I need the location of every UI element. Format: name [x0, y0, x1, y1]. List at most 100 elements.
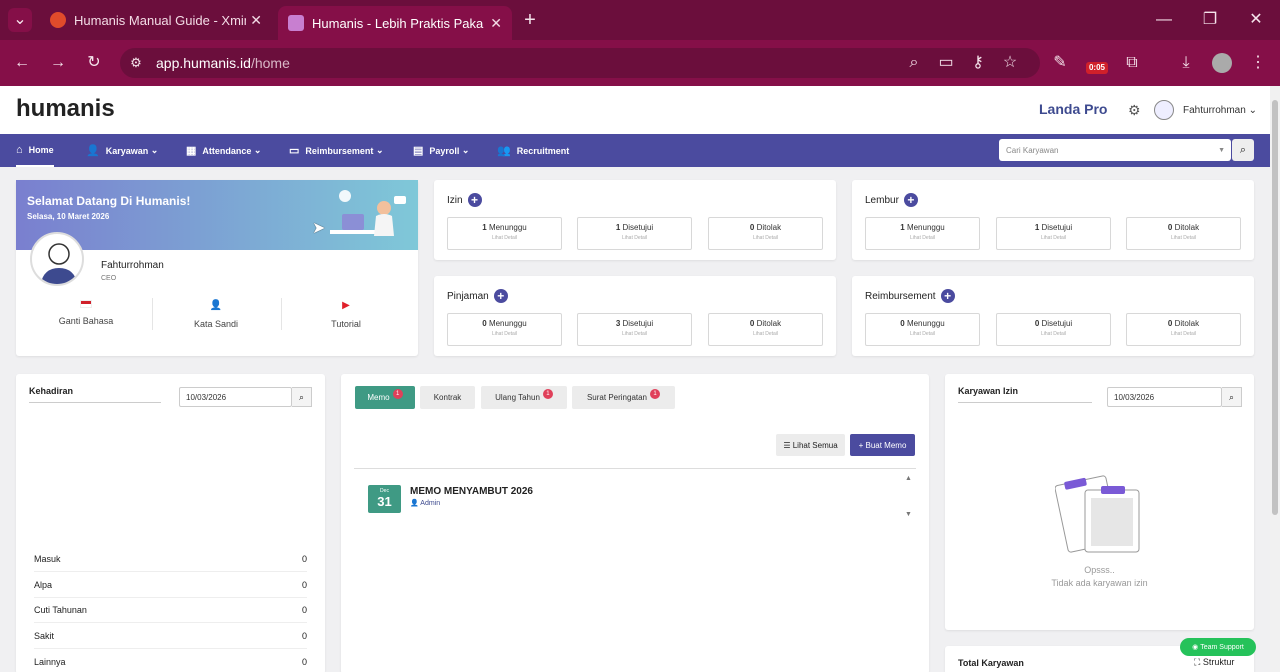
employee-search-input[interactable]: Cari Karyawan ▼: [999, 139, 1231, 161]
scroll-up-icon[interactable]: ▲: [905, 475, 912, 482]
site-info-icon[interactable]: ⚙: [124, 51, 148, 75]
install-app-icon[interactable]: ▭: [934, 51, 958, 75]
close-icon[interactable]: ✕: [250, 12, 262, 29]
nav-karyawan[interactable]: 👤 Karyawan ⌄: [86, 134, 158, 167]
password-key-icon[interactable]: ⚷: [966, 51, 990, 75]
search-icon: ⌕: [298, 391, 305, 402]
humanis-logo[interactable]: humanis: [16, 95, 115, 123]
list-icon: ☰: [783, 440, 793, 450]
feather-extension-icon[interactable]: ✎: [1048, 51, 1072, 75]
scrollbar-thumb[interactable]: [1272, 100, 1278, 515]
settings-gear-icon[interactable]: ⚙: [1128, 102, 1141, 119]
izin-ditolak-box[interactable]: 0 Ditolak Lihat Detail: [708, 217, 823, 250]
home-icon: ⌂: [16, 143, 23, 156]
tab-memo[interactable]: Memo 1: [355, 386, 415, 409]
forward-icon[interactable]: →: [46, 51, 70, 75]
welcome-date: Selasa, 10 Maret 2026: [27, 212, 110, 221]
whatsapp-icon: ◉: [1192, 644, 1201, 651]
youtube-icon: ▶: [342, 300, 350, 311]
reimb-ditolak-box[interactable]: 0 Ditolak Lihat Detail: [1126, 313, 1241, 346]
back-icon[interactable]: ←: [10, 51, 34, 75]
memo-author: 👤 Admin: [410, 500, 441, 507]
memo-title[interactable]: MEMO MENYAMBUT 2026: [410, 486, 533, 497]
indonesia-flag-icon: [80, 300, 92, 308]
minimize-icon[interactable]: —: [1152, 8, 1176, 32]
tab-humanis-manual[interactable]: Humanis Manual Guide - Xmind ✕: [40, 0, 272, 40]
izin-disetujui-box[interactable]: 1 Disetujui Lihat Detail: [577, 217, 692, 250]
team-support-button[interactable]: ◉ Team Support: [1180, 638, 1256, 656]
reimbursement-title: Reimbursement +: [865, 289, 955, 303]
pinjaman-menunggu-box[interactable]: 0 Menunggu Lihat Detail: [447, 313, 562, 346]
bookmark-star-icon[interactable]: ☆: [998, 51, 1022, 75]
kehadiran-date-input[interactable]: 10/03/2026: [179, 387, 292, 407]
pinjaman-ditolak-box[interactable]: 0 Ditolak Lihat Detail: [708, 313, 823, 346]
empty-title: Opsss..: [1084, 565, 1115, 575]
nav-payroll[interactable]: ▤ Payroll ⌄: [413, 134, 469, 167]
zoom-icon[interactable]: ⌕: [902, 51, 926, 75]
office-illustration-icon: [330, 190, 406, 236]
tab-surat-peringatan[interactable]: Surat Peringatan 1: [572, 386, 675, 409]
nav-recruitment[interactable]: 👥 Recruitment: [497, 134, 569, 167]
tab-kontrak[interactable]: Kontrak: [420, 386, 475, 409]
add-pinjaman-button[interactable]: +: [493, 289, 508, 303]
browser-menu-icon[interactable]: ⋮: [1246, 51, 1270, 75]
tab-humanis-home[interactable]: Humanis - Lebih Praktis Pakai Humanis ✕: [278, 6, 512, 40]
user-lock-icon: 👤: [209, 300, 223, 311]
memo-date-badge: Dec 31: [368, 485, 401, 513]
nav-attendance[interactable]: ▦ Attendance ⌄: [186, 134, 261, 167]
user-avatar[interactable]: [1154, 100, 1174, 120]
scroll-down-icon[interactable]: ▼: [905, 511, 912, 518]
user-icon: 👤: [410, 500, 419, 507]
lihat-semua-button[interactable]: ☰ Lihat Semua: [776, 434, 845, 456]
extensions-puzzle-icon[interactable]: ⧉: [1120, 51, 1144, 75]
izin-menunggu-box[interactable]: 1 Menunggu Lihat Detail: [447, 217, 562, 250]
reload-icon[interactable]: ↻: [82, 51, 106, 75]
lembur-ditolak-box[interactable]: 0 Ditolak Lihat Detail: [1126, 217, 1241, 250]
karyawan-izin-title: Karyawan Izin: [958, 386, 1092, 403]
new-tab-icon[interactable]: +: [518, 8, 542, 32]
kehadiran-card: [16, 374, 325, 672]
tab-ulang-tahun[interactable]: Ulang Tahun 1: [481, 386, 567, 409]
kehadiran-row: Cuti Tahunan 0: [34, 605, 307, 623]
struktur-button[interactable]: ⛶ Struktur: [1194, 657, 1234, 668]
pinjaman-disetujui-box[interactable]: 3 Disetujui Lihat Detail: [577, 313, 692, 346]
user-menu[interactable]: Fahturrohman ⌄: [1183, 105, 1257, 116]
lembur-menunggu-box[interactable]: 1 Menunggu Lihat Detail: [865, 217, 980, 250]
kehadiran-row: Lainnya 0: [34, 657, 307, 667]
total-karyawan-title: Total Karyawan: [958, 658, 1024, 668]
search-button[interactable]: ⌕: [1232, 139, 1254, 161]
plan-name: Landa Pro: [1039, 101, 1108, 117]
add-izin-button[interactable]: +: [467, 193, 482, 207]
nav-home[interactable]: ⌂ Home: [16, 134, 54, 167]
kehadiran-title: Kehadiran: [29, 386, 161, 403]
sitemap-icon: ⛶: [1194, 657, 1201, 667]
tutorial-button[interactable]: ▶ Tutorial: [282, 300, 410, 329]
reimb-menunggu-box[interactable]: 0 Menunggu Lihat Detail: [865, 313, 980, 346]
timer-extension-badge[interactable]: 0:05: [1086, 62, 1108, 74]
wallet-icon: ▤: [413, 145, 424, 157]
tab-search-chevron-icon[interactable]: ⌄: [8, 8, 32, 32]
nav-reimbursement[interactable]: ▭ Reimbursement ⌄: [289, 134, 383, 167]
employee-name: Fahturrohman: [101, 260, 164, 271]
divider: [354, 468, 916, 469]
reimb-disetujui-box[interactable]: 0 Disetujui Lihat Detail: [996, 313, 1111, 346]
add-reimbursement-button[interactable]: +: [940, 289, 955, 303]
kehadiran-search-button[interactable]: ⌕: [292, 387, 312, 407]
change-language-button[interactable]: Ganti Bahasa: [22, 300, 150, 326]
download-icon[interactable]: ⤓: [1174, 51, 1198, 75]
izin-date-input[interactable]: 10/03/2026: [1107, 387, 1222, 407]
money-icon: ▭: [289, 145, 300, 157]
add-lembur-button[interactable]: +: [903, 193, 918, 207]
window-close-icon[interactable]: ✕: [1244, 8, 1268, 32]
password-button[interactable]: 👤 Kata Sandi: [152, 300, 280, 329]
kehadiran-row: Alpa 0: [34, 580, 307, 598]
lembur-disetujui-box[interactable]: 1 Disetujui Lihat Detail: [996, 217, 1111, 250]
close-icon[interactable]: ✕: [490, 15, 502, 32]
buat-memo-button[interactable]: + Buat Memo: [850, 434, 915, 456]
restore-icon[interactable]: ❐: [1198, 8, 1222, 32]
user-edit-icon: 👤: [86, 145, 100, 157]
kehadiran-row: Masuk 0: [34, 554, 307, 572]
kehadiran-row: Sakit 0: [34, 631, 307, 649]
profile-avatar[interactable]: [1212, 53, 1232, 73]
izin-search-button[interactable]: ⌕: [1222, 387, 1242, 407]
